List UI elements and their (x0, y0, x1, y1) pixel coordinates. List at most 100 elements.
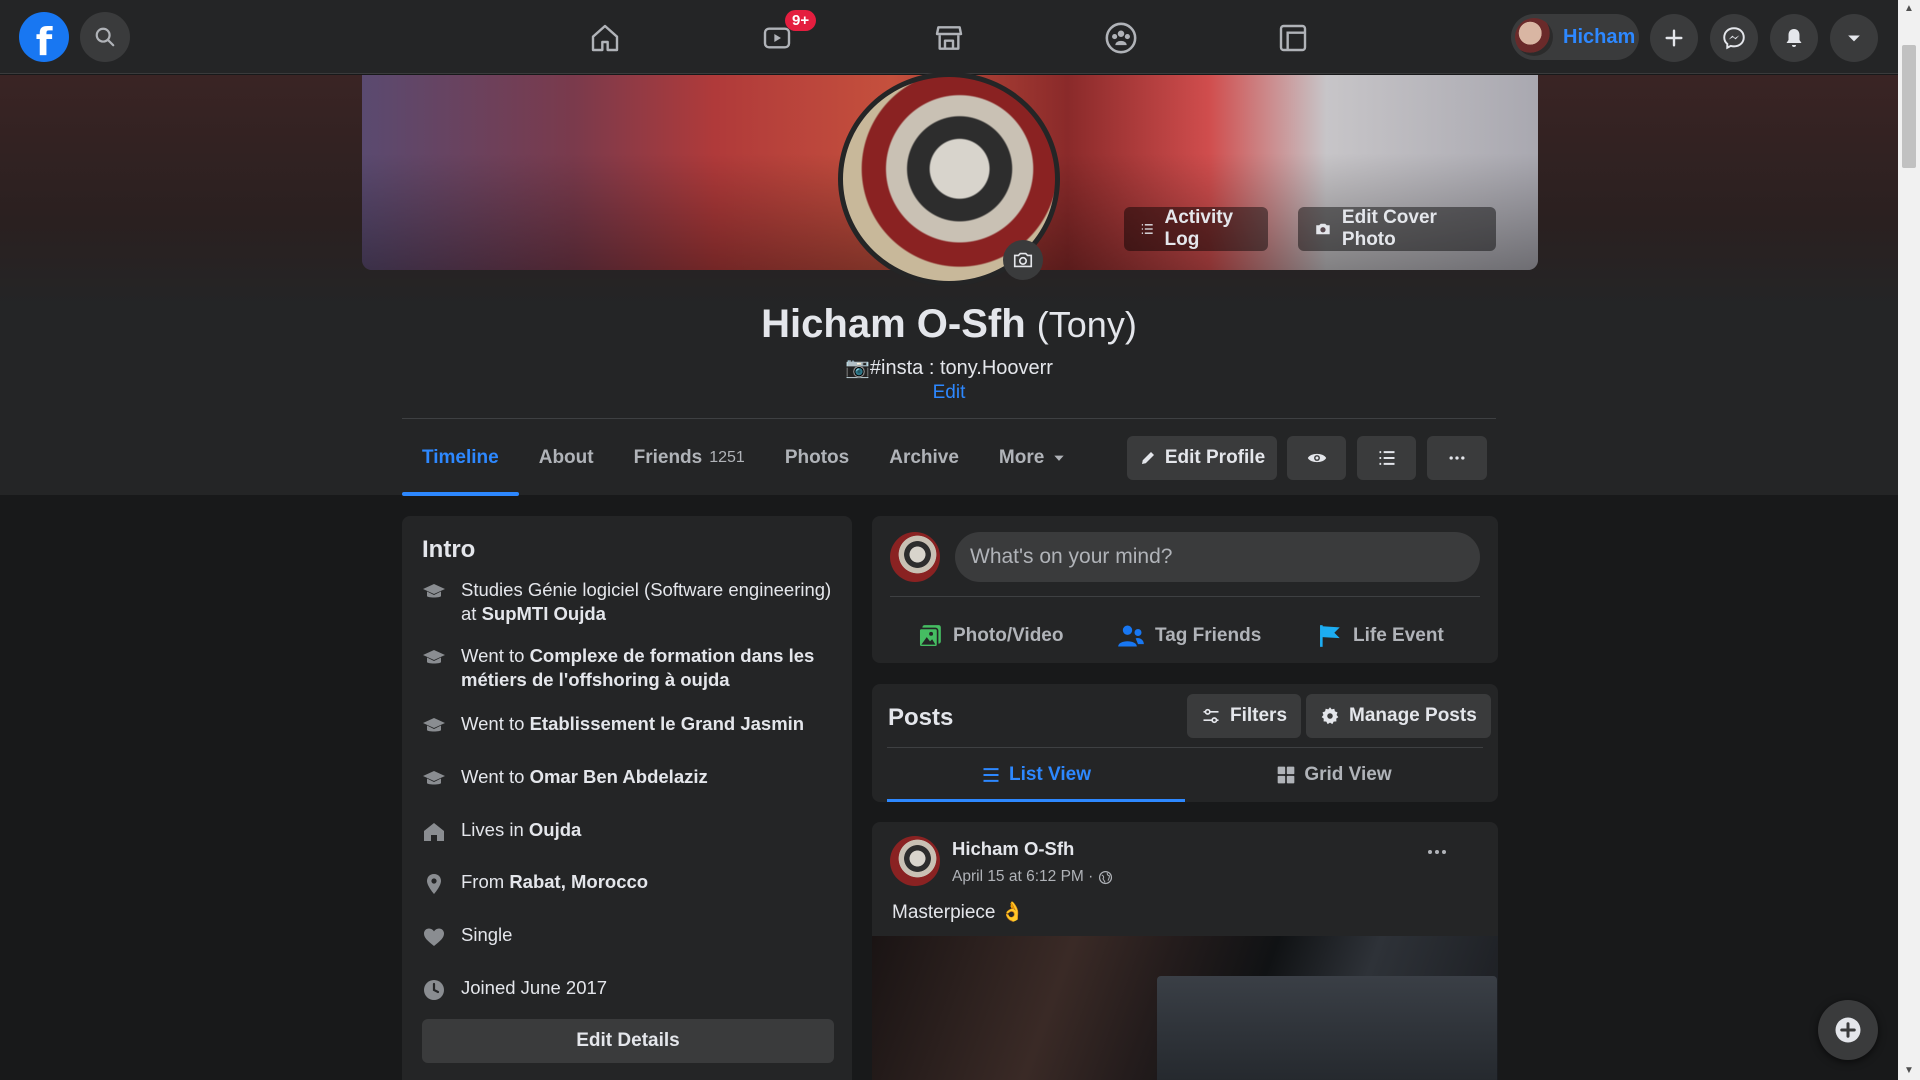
edit-cover-photo-button[interactable]: Edit Cover Photo (1298, 207, 1496, 251)
search-button[interactable] (80, 12, 130, 62)
notifications-button[interactable] (1770, 14, 1818, 62)
nav-groups[interactable] (1056, 8, 1186, 68)
tab-archive[interactable]: Archive (869, 420, 979, 496)
nav-home[interactable] (540, 8, 670, 68)
activity-list-button[interactable] (1357, 436, 1416, 480)
edit-details-label: Edit Details (576, 1030, 680, 1051)
pages-icon (1279, 24, 1307, 52)
intro-item-education: Went to Omar Ben Abdelaziz (422, 765, 832, 791)
notification-badge: 9+ (785, 10, 817, 31)
tab-about[interactable]: About (519, 420, 614, 496)
groups-icon (1105, 22, 1137, 54)
search-icon (95, 27, 115, 47)
scrollbar-thumb[interactable] (1902, 45, 1916, 168)
caret-down-icon (1054, 455, 1064, 461)
profile-shortcut-name: Hicham (1563, 25, 1636, 48)
intro-link[interactable]: Rabat, Morocco (509, 871, 648, 892)
scroll-down-arrow-icon[interactable]: ▼ (1904, 1066, 1914, 1076)
list-view-tab[interactable]: List View (887, 748, 1185, 802)
nav-marketplace[interactable] (884, 8, 1014, 68)
globe-icon[interactable] (1098, 870, 1113, 885)
list-icon (1141, 224, 1153, 234)
list-view-label: List View (1008, 764, 1091, 785)
messenger-button[interactable] (1710, 14, 1758, 62)
location-pin-icon (427, 874, 441, 894)
plus-icon (1665, 29, 1683, 47)
photo-video-button[interactable]: Photo/Video (917, 611, 1063, 661)
tab-label: About (538, 447, 594, 468)
bell-icon (1786, 29, 1802, 47)
profile-shortcut[interactable]: Hicham (1511, 14, 1639, 60)
intro-text: Went to (461, 645, 530, 666)
edit-profile-label: Edit Profile (1164, 447, 1266, 468)
intro-item-education: Studies Génie logiciel (Software enginee… (422, 578, 832, 626)
edit-details-button[interactable]: Edit Details (422, 1019, 834, 1063)
tag-friends-icon (1118, 625, 1144, 647)
intro-text: Went to (461, 713, 530, 734)
tab-more[interactable]: More (979, 420, 1086, 496)
update-profile-picture-button[interactable] (1003, 240, 1043, 280)
eye-icon (1307, 453, 1326, 463)
account-menu-button[interactable] (1830, 14, 1878, 62)
nav-gaming[interactable] (1228, 8, 1358, 68)
tab-label: Archive (889, 447, 959, 468)
nav-watch[interactable]: 9+ (712, 8, 842, 68)
intro-link[interactable]: Etablissement le Grand Jasmin (530, 713, 805, 734)
tag-friends-label: Tag Friends (1155, 625, 1262, 646)
photo-video-label: Photo/Video (953, 625, 1064, 646)
tag-friends-button[interactable]: Tag Friends (1117, 611, 1261, 661)
header-divider (402, 418, 1496, 419)
edit-cover-photo-label: Edit Cover Photo (1341, 207, 1437, 250)
intro-text: Went to (461, 766, 530, 787)
avatar[interactable] (890, 836, 940, 886)
facebook-logo-letter: f (35, 20, 53, 64)
intro-text: From (461, 871, 510, 892)
post-meta: April 15 at 6:12 PM · (952, 868, 1113, 886)
tab-friends[interactable]: Friends 1251 (614, 420, 765, 496)
scroll-up-arrow-icon[interactable]: ▲ (1904, 4, 1914, 14)
create-button[interactable] (1650, 14, 1698, 62)
more-options-button[interactable] (1427, 436, 1487, 480)
intro-link[interactable]: Omar Ben Abdelaziz (530, 766, 708, 787)
intro-link[interactable]: Oujda (529, 819, 581, 840)
filters-label: Filters (1230, 705, 1288, 726)
life-event-button[interactable]: Life Event (1317, 611, 1444, 661)
intro-item-joined: Joined June 2017 (422, 976, 832, 1002)
intro-link[interactable]: SupMTI Oujda (482, 603, 606, 624)
top-navigation-bar: f 9+ Hicham (0, 0, 1898, 74)
activity-log-label: Activity Log (1164, 207, 1234, 250)
intro-card: Intro Studies Génie logiciel (Software e… (402, 516, 852, 1080)
grid-view-tab[interactable]: Grid View (1185, 748, 1483, 802)
manage-posts-button[interactable]: Manage Posts (1306, 694, 1491, 738)
clock-icon (424, 980, 444, 1000)
profile-bio-row: 📷#insta : tony.Hooverr (0, 355, 1898, 380)
tab-label: More (998, 447, 1045, 468)
tab-timeline[interactable]: Timeline (402, 420, 519, 496)
heart-icon (424, 928, 444, 946)
bio-edit-link[interactable]: Edit (933, 382, 966, 403)
graduation-cap-icon (423, 771, 445, 785)
tab-photos[interactable]: Photos (765, 420, 869, 496)
new-message-button[interactable] (1818, 1000, 1878, 1060)
friends-count: 1251 (709, 449, 745, 466)
posts-title: Posts (888, 704, 954, 731)
grid-icon (1278, 766, 1295, 784)
post-timestamp[interactable]: April 15 at 6:12 PM · (952, 868, 1093, 886)
list-icon (983, 768, 999, 782)
post-options-button[interactable] (1417, 840, 1457, 864)
whats-on-your-mind-input[interactable]: What's on your mind? (955, 532, 1480, 582)
activity-log-button[interactable]: Activity Log (1124, 207, 1268, 251)
filters-button[interactable]: Filters (1187, 694, 1302, 738)
intro-item-education: Went to Etablissement le Grand Jasmin (422, 712, 832, 738)
facebook-logo[interactable]: f (19, 12, 69, 64)
post-author[interactable]: Hicham O-Sfh (952, 838, 1074, 860)
view-as-button[interactable] (1287, 436, 1346, 480)
avatar (1515, 18, 1553, 56)
home-icon (424, 823, 444, 841)
home-icon (591, 24, 619, 52)
post-image-monitor (1157, 976, 1497, 1080)
post-image[interactable] (872, 936, 1498, 1080)
profile-name: Hicham O-Sfh (761, 302, 1026, 346)
edit-profile-button[interactable]: Edit Profile (1127, 436, 1277, 480)
gear-icon (1321, 707, 1339, 725)
